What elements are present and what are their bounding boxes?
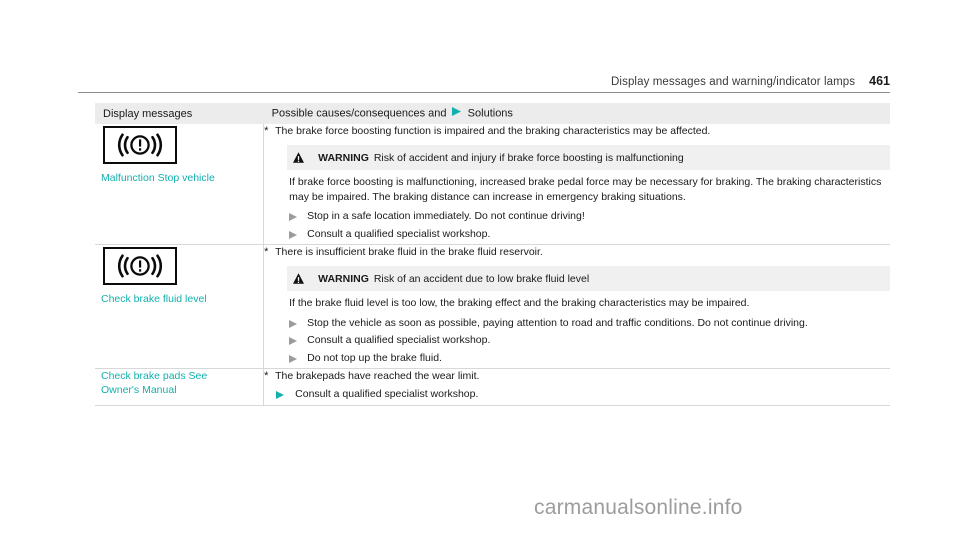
row-2-solution-text: Consult a qualified specialist workshop. (307, 334, 491, 346)
row-1-warning-text: WARNING Risk of accident and injury if b… (318, 151, 684, 165)
row-3-content-cell: * The brakepads have reached the wear li… (263, 368, 890, 406)
brake-warning-lamp-icon (103, 247, 177, 285)
solutions-triangle-icon (451, 107, 461, 119)
row-1-warning-body: If brake force boosting is malfunctionin… (287, 170, 890, 241)
row-3-solution-text: Consult a qualified specialist workshop. (295, 388, 479, 400)
table-row: Malfunction Stop vehicle * The brake for… (95, 124, 890, 245)
row-1-warning-heading: Risk of accident and injury if brake for… (373, 151, 684, 164)
list-item: Stop in a safe location immediately. Do … (289, 209, 882, 224)
row-1-message-label: Malfunction Stop vehicle (101, 172, 215, 184)
row-3-message-cell: Check brake pads See Owner's Manual (95, 368, 265, 406)
site-watermark: carmanualsonline.info (534, 496, 743, 519)
solution-triangle-icon (289, 230, 298, 239)
row-1-warning-panel: WARNING Risk of accident and injury if b… (287, 145, 890, 241)
brake-warning-lamp-icon (103, 126, 177, 164)
column-header-solutions-label: Solutions (467, 107, 513, 120)
row-2-warning-heading: Risk of an accident due to low brake flu… (373, 272, 590, 285)
solution-triangle-icon (289, 213, 298, 221)
row-3-message-label-line1: Check brake pads See (101, 370, 208, 382)
cause-bullet-marker: * (264, 246, 269, 258)
row-2-cause-text: There is insufficient brake fluid in the… (275, 246, 543, 258)
list-item: Consult a qualified specialist workshop. (289, 333, 882, 348)
row-2-solution-text: Stop the vehicle as soon as possible, pa… (307, 316, 808, 329)
warning-title: WARNING (318, 272, 369, 285)
row-2-warning-header: WARNING Risk of an accident due to low b… (287, 266, 890, 291)
row-3-message-label-line2: Owner's Manual (101, 384, 177, 396)
row-3-cause-text: The brakepads have reached the wear limi… (275, 370, 480, 382)
row-2-message-label: Check brake fluid level (101, 293, 207, 305)
row-2-warning-panel: WARNING Risk of an accident due to low b… (287, 266, 890, 365)
row-1-cause: * The brake force boosting function is i… (264, 124, 890, 138)
table-row: Check brake fluid level * There is insuf… (95, 244, 890, 369)
row-1-content-cell: * The brake force boosting function is i… (263, 124, 890, 245)
list-item: Consult a qualified specialist workshop. (289, 227, 882, 242)
cause-bullet-marker: * (264, 370, 269, 382)
row-2-warning-text: WARNING Risk of an accident due to low b… (318, 272, 589, 286)
solution-triangle-icon (289, 354, 298, 363)
column-header-causes-label: Possible causes/consequences and (271, 107, 447, 120)
row-2-solution-text: Do not top up the brake fluid. (307, 351, 442, 364)
row-3-solutions-list: Consult a qualified specialist workshop. (276, 387, 890, 402)
warning-title: WARNING (318, 151, 369, 164)
display-messages-table: Display messages Possible causes/consequ… (95, 103, 890, 406)
row-1-solution-text: Stop in a safe location immediately. Do … (307, 210, 585, 222)
row-1-solutions-list: Stop in a safe location immediately. Do … (289, 209, 882, 241)
row-2-warning-body-text: If the brake fluid level is too low, the… (289, 297, 750, 309)
list-item: Do not top up the brake fluid. (289, 351, 882, 366)
warning-triangle-icon (293, 152, 306, 163)
row-1-warning-header: WARNING Risk of accident and injury if b… (287, 145, 890, 170)
page-number: 461 (869, 74, 890, 88)
solution-triangle-icon (289, 337, 298, 345)
table-row: Check brake pads See Owner's Manual * Th… (95, 368, 890, 406)
page-title: Display messages and warning/indicator l… (611, 76, 856, 88)
row-2-message-cell: Check brake fluid level (95, 244, 265, 369)
row-1-message-cell: Malfunction Stop vehicle (95, 124, 265, 245)
cause-bullet-marker: * (264, 125, 269, 137)
list-item: Consult a qualified specialist workshop. (276, 387, 890, 402)
row-1-solution-text: Consult a qualified specialist workshop. (307, 227, 491, 240)
column-header-causes-solutions: Possible causes/consequences and Solutio… (264, 103, 890, 124)
row-1-warning-body-text: If brake force boosting is malfunctionin… (289, 176, 882, 203)
row-2-warning-body: If the brake fluid level is too low, the… (287, 291, 890, 365)
solution-triangle-icon (276, 391, 285, 399)
table-header-row: Display messages Possible causes/consequ… (95, 103, 890, 124)
list-item: Stop the vehicle as soon as possible, pa… (289, 316, 882, 331)
page-running-header: Display messages and warning/indicator l… (78, 74, 890, 93)
row-3-cause: * The brakepads have reached the wear li… (264, 369, 890, 383)
row-2-content-cell: * There is insufficient brake fluid in t… (263, 244, 890, 369)
warning-triangle-icon (293, 273, 306, 284)
solution-triangle-icon (289, 319, 298, 328)
row-2-solutions-list: Stop the vehicle as soon as possible, pa… (289, 316, 882, 366)
row-1-cause-text: The brake force boosting function is imp… (275, 125, 711, 137)
row-2-cause: * There is insufficient brake fluid in t… (264, 245, 890, 259)
column-header-display-messages: Display messages (103, 107, 193, 120)
